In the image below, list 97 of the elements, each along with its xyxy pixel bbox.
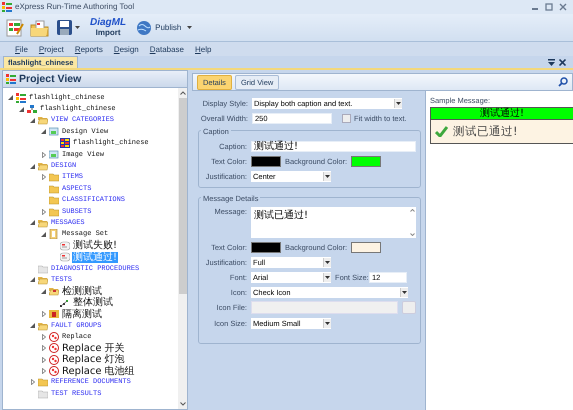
- folder-icon: [38, 264, 48, 274]
- expanded-icon[interactable]: [19, 106, 24, 112]
- edit-document-icon[interactable]: [6, 18, 24, 36]
- fault-icon: [49, 366, 59, 376]
- menu-item[interactable]: Database: [150, 44, 184, 54]
- folder-icon: [49, 184, 59, 194]
- globe-icon: [136, 20, 152, 36]
- tree-item[interactable]: 隔离测试: [61, 308, 103, 320]
- message-icon: [60, 240, 70, 251]
- expanded-icon[interactable]: [41, 288, 46, 294]
- color-swatch[interactable]: [351, 156, 381, 166]
- expanded-icon[interactable]: [30, 220, 35, 226]
- checkbox[interactable]: [342, 114, 351, 122]
- import-button[interactable]: DiagML Import: [86, 18, 130, 38]
- open-folder-icon[interactable]: [30, 18, 50, 36]
- collapsed-icon[interactable]: [42, 345, 46, 352]
- caret-icon[interactable]: [325, 322, 330, 324]
- expanded-icon[interactable]: [30, 118, 35, 123]
- panel-title: Project View: [19, 73, 82, 85]
- open-folder-icon: [38, 218, 48, 228]
- collapsed-icon[interactable]: [42, 356, 46, 363]
- expanded-icon[interactable]: [30, 164, 35, 169]
- expanded-icon[interactable]: [41, 232, 46, 237]
- message-icon: [60, 252, 70, 262]
- book-icon: [49, 229, 59, 240]
- sample-caption: 测试通过!: [431, 108, 573, 120]
- expanded-icon[interactable]: [41, 129, 46, 134]
- scroll-up-icon[interactable]: [410, 209, 415, 212]
- menu-item[interactable]: Reports: [74, 44, 103, 54]
- app-icon: [2, 2, 12, 12]
- search-icon[interactable]: [558, 77, 568, 87]
- caption-field[interactable]: 测试通过!: [251, 140, 416, 152]
- sample-message: 测试已通过!: [431, 120, 573, 143]
- scroll-down-icon[interactable]: [180, 402, 186, 406]
- open-folder-icon: [49, 286, 59, 296]
- folder-icon: [49, 309, 59, 320]
- scroll-up-icon[interactable]: [180, 91, 186, 95]
- fault-icon: [49, 354, 59, 365]
- scroll-down-icon[interactable]: [410, 233, 415, 236]
- check-icon: [435, 126, 448, 137]
- message-field[interactable]: 测试已通过!: [251, 207, 416, 238]
- collapsed-icon[interactable]: [42, 174, 46, 180]
- color-swatch[interactable]: [351, 242, 381, 252]
- menu-item[interactable]: Project: [38, 44, 64, 54]
- menu-item[interactable]: Design: [114, 44, 139, 54]
- folder-icon: [49, 172, 59, 182]
- caret-icon[interactable]: [75, 26, 80, 30]
- tree-item[interactable]: 整体测试: [72, 297, 114, 308]
- folder-icon: [49, 206, 59, 217]
- caret-icon[interactable]: [325, 276, 330, 278]
- maximize-icon[interactable]: [545, 2, 553, 11]
- expanded-icon[interactable]: [30, 277, 35, 282]
- caret-icon[interactable]: [325, 174, 330, 178]
- open-folder-icon: [38, 161, 48, 172]
- publish-button[interactable]: Publish: [136, 20, 182, 36]
- close-icon[interactable]: [559, 58, 566, 66]
- collapsed-icon[interactable]: [42, 152, 46, 158]
- color-swatch[interactable]: [251, 242, 281, 252]
- caret-icon[interactable]: [187, 26, 192, 30]
- steps-icon: [60, 298, 70, 308]
- window-icon: [49, 126, 59, 137]
- tree-item[interactable]: Replace 电池组: [61, 366, 136, 377]
- open-folder-icon: [38, 115, 48, 126]
- folder-icon: [38, 388, 48, 399]
- tree-item[interactable]: Replace 灯泡: [61, 354, 126, 366]
- caret-icon[interactable]: [325, 260, 330, 264]
- menu-item[interactable]: Help: [194, 44, 212, 54]
- caret-icon[interactable]: [396, 102, 401, 104]
- expanded-icon[interactable]: [8, 95, 13, 100]
- grid-icon: [60, 138, 70, 148]
- scrollbar[interactable]: [178, 88, 187, 409]
- caret-icon[interactable]: [402, 290, 407, 294]
- dropdown-icon[interactable]: [548, 58, 555, 66]
- expanded-icon[interactable]: [30, 323, 35, 328]
- close-icon[interactable]: [559, 2, 567, 11]
- tree-item[interactable]: 测试失败!: [72, 240, 118, 252]
- fault-icon: [49, 343, 59, 354]
- app-icon: [16, 92, 26, 103]
- open-folder-icon: [38, 274, 48, 285]
- app-icon: [6, 74, 16, 84]
- tree-item[interactable]: 检测测试: [61, 286, 103, 297]
- open-folder-icon: [38, 320, 48, 330]
- collapsed-icon[interactable]: [30, 379, 34, 386]
- collapsed-icon[interactable]: [42, 208, 46, 215]
- folder-icon: [49, 195, 59, 206]
- fault-icon: [49, 332, 59, 342]
- hierarchy-icon: [27, 104, 37, 114]
- collapsed-icon[interactable]: [42, 311, 46, 318]
- color-swatch[interactable]: [251, 156, 281, 166]
- collapsed-icon[interactable]: [42, 334, 46, 340]
- window-title: eXpress Run-Time Authoring Tool: [15, 2, 136, 12]
- menu-item[interactable]: File: [15, 44, 28, 54]
- tree-item[interactable]: Replace 开关: [61, 342, 126, 354]
- folder-icon: [38, 377, 48, 388]
- save-icon[interactable]: [56, 19, 73, 36]
- window-icon: [49, 150, 59, 160]
- collapsed-icon[interactable]: [42, 368, 46, 374]
